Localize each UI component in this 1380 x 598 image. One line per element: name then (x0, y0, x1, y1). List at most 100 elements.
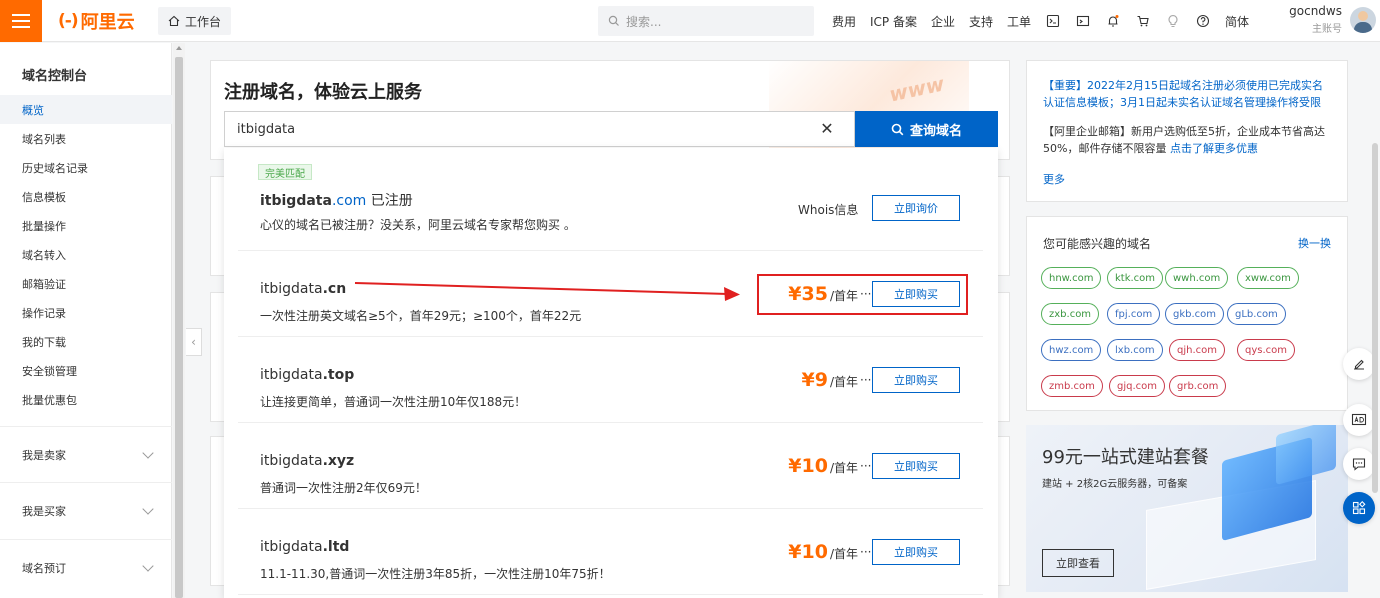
interest-domain-tag[interactable]: hwz.com (1041, 339, 1102, 361)
interest-domain-tag[interactable]: zmb.com (1041, 375, 1103, 397)
price-value: ¥9 (801, 369, 828, 391)
result-row-xyz: itbigdata.xyz 普通词一次性注册2年仅69元！ ¥10/首年 ···… (238, 423, 983, 509)
sidebar-item-templates[interactable]: 信息模板 (0, 182, 172, 211)
whois-link[interactable]: Whois信息 (798, 201, 858, 218)
search-icon (608, 15, 619, 26)
logo-mark: (-) (58, 11, 79, 31)
cart-icon[interactable] (1135, 13, 1151, 29)
domain-results-panel: 完美匹配 itbigdata.com 已注册 心仪的域名已被注册？没关系，阿里云… (224, 148, 998, 598)
result-row-ltd: itbigdata.ltd 11.1-11.30,普通词一次性注册3年85折，一… (238, 509, 983, 595)
price: ¥10/首年 (758, 541, 858, 563)
interest-title: 您可能感兴趣的域名 (1043, 237, 1152, 251)
sidebar-group-seller[interactable]: 我是卖家 (0, 426, 172, 482)
swap-link[interactable]: 换一换 (1298, 235, 1331, 251)
interest-domain-tag[interactable]: gkb.com (1165, 303, 1225, 325)
avatar[interactable] (1350, 7, 1376, 33)
interest-domain-tag[interactable]: gLb.com (1227, 303, 1286, 325)
sidebar: 域名控制台 概览 域名列表 历史域名记录 信息模板 批量操作 域名转入 邮箱验证… (0, 43, 172, 598)
query-domain-button[interactable]: 查询域名 (855, 111, 998, 147)
sidebar-item-op-log[interactable]: 操作记录 (0, 298, 172, 327)
sidebar-item-batch[interactable]: 批量操作 (0, 211, 172, 240)
more-options-icon[interactable]: ··· (860, 373, 871, 387)
inquire-button[interactable]: 立即询价 (872, 195, 960, 221)
price-unit: /首年 (829, 461, 858, 475)
more-options-icon[interactable]: ··· (860, 459, 871, 473)
search-icon (891, 123, 904, 135)
terminal-icon[interactable] (1075, 13, 1091, 29)
buy-button[interactable]: 立即购买 (872, 367, 960, 393)
sidebar-item-domain-list[interactable]: 域名列表 (0, 124, 172, 153)
sidebar-item-security-lock[interactable]: 安全锁管理 (0, 356, 172, 385)
domain-search-input[interactable] (224, 111, 855, 147)
price: ¥9/首年 (758, 369, 859, 391)
interest-domain-tag[interactable]: grb.com (1169, 375, 1227, 397)
promo-title: 99元一站式建站套餐 (1042, 447, 1209, 468)
interest-domain-tag[interactable]: gjq.com (1109, 375, 1166, 397)
buy-button[interactable]: 立即购买 (872, 539, 960, 565)
lightbulb-icon[interactable] (1165, 13, 1181, 29)
user-menu[interactable]: gocndws 主账号 (1288, 4, 1342, 35)
sidebar-item-discount-pack[interactable]: 批量优惠包 (0, 385, 172, 414)
domain-name: itbigdata.xyz (260, 453, 355, 469)
aliyun-logo[interactable]: (-) 阿里云 (58, 8, 135, 34)
page-scrollbar[interactable] (1370, 43, 1380, 598)
domain-desc: 一次性注册英文域名≥5个，首年29元；≥100个，首年22元 (260, 309, 582, 323)
interest-domain-tag[interactable]: wwh.com (1165, 267, 1229, 289)
menu-icon[interactable] (0, 0, 42, 42)
interest-domain-tag[interactable]: zxb.com (1041, 303, 1100, 325)
sidebar-group-buyer[interactable]: 我是买家 (0, 482, 172, 538)
nav-enterprise[interactable]: 企业 (931, 13, 955, 30)
interest-domain-tag[interactable]: ktk.com (1107, 267, 1164, 289)
scroll-up-arrow-icon[interactable] (176, 46, 182, 50)
interest-domain-tag[interactable]: qjh.com (1169, 339, 1225, 361)
more-notices-link[interactable]: 更多 (1043, 171, 1065, 187)
chevron-down-icon (142, 446, 154, 459)
sidebar-item-overview[interactable]: 概览 (0, 95, 172, 124)
user-role: 主账号 (1312, 24, 1342, 35)
interest-domain-tag[interactable]: hnw.com (1041, 267, 1102, 289)
nav-fees[interactable]: 费用 (832, 13, 856, 30)
interest-domain-tag[interactable]: xww.com (1237, 267, 1299, 289)
sidebar-item-downloads[interactable]: 我的下载 (0, 327, 172, 356)
mail-promo-link[interactable]: 点击了解更多优惠 (1170, 142, 1258, 155)
domain-name: itbigdata.cn (260, 281, 347, 297)
domain-desc: 普通词一次性注册2年仅69元！ (260, 481, 427, 495)
promo-subtitle: 建站 + 2核2G云服务器，可备案 (1042, 479, 1188, 490)
home-icon (168, 15, 180, 27)
buy-button[interactable]: 立即购买 (872, 453, 960, 479)
more-options-icon[interactable]: ··· (860, 545, 871, 559)
sidebar-group-label: 域名预订 (22, 561, 66, 575)
language-switch[interactable]: 简体 (1225, 13, 1249, 30)
nav-ticket[interactable]: 工单 (1007, 13, 1031, 30)
top-bar: (-) 阿里云 工作台 搜索... 费用 ICP 备案 企业 支持 工单 简体 … (0, 0, 1380, 42)
sidebar-scrollbar[interactable] (173, 43, 185, 598)
interest-domain-tag[interactable]: fpj.com (1107, 303, 1161, 325)
promo-view-button[interactable]: 立即查看 (1042, 549, 1114, 577)
clear-icon[interactable]: ✕ (817, 118, 837, 138)
domain-desc: 11.1-11.30,普通词一次性注册3年85折，一次性注册10年75折！ (260, 567, 611, 581)
sidebar-item-transfer[interactable]: 域名转入 (0, 240, 172, 269)
sidebar-group-reserve[interactable]: 域名预订 (0, 539, 172, 595)
bell-icon[interactable] (1105, 13, 1121, 29)
sidebar-title: 域名控制台 (22, 69, 88, 84)
workbench-button[interactable]: 工作台 (158, 7, 232, 35)
perfect-match-badge: 完美匹配 (258, 164, 312, 180)
scrollbar-thumb[interactable] (1372, 143, 1378, 493)
global-search[interactable]: 搜索... (598, 6, 814, 36)
chevron-down-icon (142, 502, 154, 515)
sidebar-item-email-verify[interactable]: 邮箱验证 (0, 269, 172, 298)
help-icon[interactable] (1195, 13, 1211, 29)
interest-domain-tag[interactable]: lxb.com (1107, 339, 1163, 361)
nav-icp[interactable]: ICP 备案 (870, 13, 917, 30)
scrollbar-thumb[interactable] (175, 57, 183, 598)
nav-support[interactable]: 支持 (969, 13, 993, 30)
domain-name: itbigdata.top (260, 367, 355, 383)
important-notice[interactable]: 【重要】2022年2月15日起域名注册必须使用已完成实名认证信息模板；3月1日起… (1043, 77, 1333, 111)
workbench-label: 工作台 (185, 14, 222, 29)
sidebar-item-history[interactable]: 历史域名记录 (0, 153, 172, 182)
cloud-shell-icon[interactable] (1045, 13, 1061, 29)
promo-banner[interactable]: 99元一站式建站套餐 建站 + 2核2G云服务器，可备案 立即查看 (1026, 425, 1348, 592)
price: ¥10/首年 (758, 455, 858, 477)
interest-domain-tag[interactable]: qys.com (1237, 339, 1296, 361)
collapse-sidebar-button[interactable]: ‹ (186, 328, 202, 356)
